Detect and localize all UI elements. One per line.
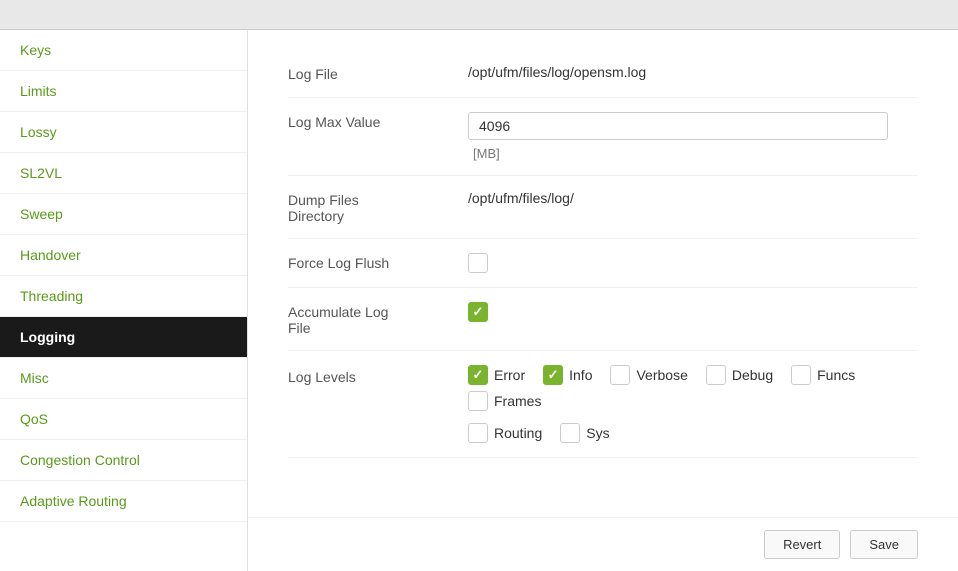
sys-label: Sys bbox=[586, 425, 609, 441]
log-max-value-field: [MB] bbox=[468, 112, 918, 161]
log-max-value-unit: [MB] bbox=[473, 146, 500, 161]
log-levels-row1: Error Info Verbose bbox=[468, 365, 918, 411]
top-bar bbox=[0, 0, 958, 30]
sidebar-item-congestion-control[interactable]: Congestion Control bbox=[0, 440, 247, 481]
log-file-value: /opt/ufm/files/log/opensm.log bbox=[468, 64, 918, 80]
main-area: KeysLimitsLossySL2VLSweepHandoverThreadi… bbox=[0, 30, 958, 571]
debug-label: Debug bbox=[732, 367, 773, 383]
info-checkbox[interactable] bbox=[543, 365, 563, 385]
log-level-frames[interactable]: Frames bbox=[468, 391, 541, 411]
log-levels-label: Log Levels bbox=[288, 365, 468, 385]
log-level-verbose[interactable]: Verbose bbox=[610, 365, 687, 385]
log-level-funcs[interactable]: Funcs bbox=[791, 365, 855, 385]
debug-checkbox[interactable] bbox=[706, 365, 726, 385]
log-levels-row2: Routing Sys bbox=[468, 423, 610, 443]
sidebar-item-keys[interactable]: Keys bbox=[0, 30, 247, 71]
log-level-routing[interactable]: Routing bbox=[468, 423, 542, 443]
log-file-path: /opt/ufm/files/log/opensm.log bbox=[468, 64, 646, 80]
footer-buttons: Revert Save bbox=[248, 517, 958, 571]
sidebar: KeysLimitsLossySL2VLSweepHandoverThreadi… bbox=[0, 30, 248, 571]
routing-checkbox[interactable] bbox=[468, 423, 488, 443]
sidebar-item-limits[interactable]: Limits bbox=[0, 71, 247, 112]
log-max-value-input[interactable] bbox=[468, 112, 888, 140]
force-log-flush-row: Force Log Flush bbox=[288, 239, 918, 288]
info-label: Info bbox=[569, 367, 592, 383]
sidebar-item-lossy[interactable]: Lossy bbox=[0, 112, 247, 153]
sidebar-item-misc[interactable]: Misc bbox=[0, 358, 247, 399]
frames-checkbox[interactable] bbox=[468, 391, 488, 411]
funcs-label: Funcs bbox=[817, 367, 855, 383]
verbose-label: Verbose bbox=[636, 367, 687, 383]
log-level-debug[interactable]: Debug bbox=[706, 365, 773, 385]
routing-label: Routing bbox=[494, 425, 542, 441]
sidebar-item-sl2vl[interactable]: SL2VL bbox=[0, 153, 247, 194]
error-checkbox[interactable] bbox=[468, 365, 488, 385]
sidebar-item-adaptive-routing[interactable]: Adaptive Routing bbox=[0, 481, 247, 522]
accumulate-log-checkbox[interactable] bbox=[468, 302, 488, 322]
log-level-error[interactable]: Error bbox=[468, 365, 525, 385]
dump-files-value: /opt/ufm/files/log/ bbox=[468, 190, 918, 206]
content: Log File /opt/ufm/files/log/opensm.log L… bbox=[248, 30, 958, 571]
error-label: Error bbox=[494, 367, 525, 383]
accumulate-log-value bbox=[468, 302, 918, 322]
sidebar-item-threading[interactable]: Threading bbox=[0, 276, 247, 317]
revert-button[interactable]: Revert bbox=[764, 530, 840, 559]
accumulate-log-row: Accumulate LogFile bbox=[288, 288, 918, 351]
sidebar-item-sweep[interactable]: Sweep bbox=[0, 194, 247, 235]
sidebar-item-logging[interactable]: Logging bbox=[0, 317, 247, 358]
content-inner: Log File /opt/ufm/files/log/opensm.log L… bbox=[248, 30, 958, 517]
app-container: KeysLimitsLossySL2VLSweepHandoverThreadi… bbox=[0, 0, 958, 571]
sidebar-item-handover[interactable]: Handover bbox=[0, 235, 247, 276]
log-levels-row: Log Levels Error Info bbox=[288, 351, 918, 458]
save-button[interactable]: Save bbox=[850, 530, 918, 559]
funcs-checkbox[interactable] bbox=[791, 365, 811, 385]
force-log-flush-checkbox[interactable] bbox=[468, 253, 488, 273]
dump-files-label: Dump FilesDirectory bbox=[288, 190, 468, 224]
log-file-row: Log File /opt/ufm/files/log/opensm.log bbox=[288, 50, 918, 98]
accumulate-log-label: Accumulate LogFile bbox=[288, 302, 468, 336]
log-levels-value: Error Info Verbose bbox=[468, 365, 918, 443]
log-max-value-row: Log Max Value [MB] bbox=[288, 98, 918, 176]
verbose-checkbox[interactable] bbox=[610, 365, 630, 385]
sys-checkbox[interactable] bbox=[560, 423, 580, 443]
log-max-value-label: Log Max Value bbox=[288, 112, 468, 130]
log-file-label: Log File bbox=[288, 64, 468, 82]
force-log-flush-label: Force Log Flush bbox=[288, 253, 468, 271]
log-level-sys[interactable]: Sys bbox=[560, 423, 609, 443]
dump-files-row: Dump FilesDirectory /opt/ufm/files/log/ bbox=[288, 176, 918, 239]
sidebar-item-qos[interactable]: QoS bbox=[0, 399, 247, 440]
dump-files-path: /opt/ufm/files/log/ bbox=[468, 190, 574, 206]
frames-label: Frames bbox=[494, 393, 541, 409]
log-level-info[interactable]: Info bbox=[543, 365, 592, 385]
force-log-flush-value bbox=[468, 253, 918, 273]
